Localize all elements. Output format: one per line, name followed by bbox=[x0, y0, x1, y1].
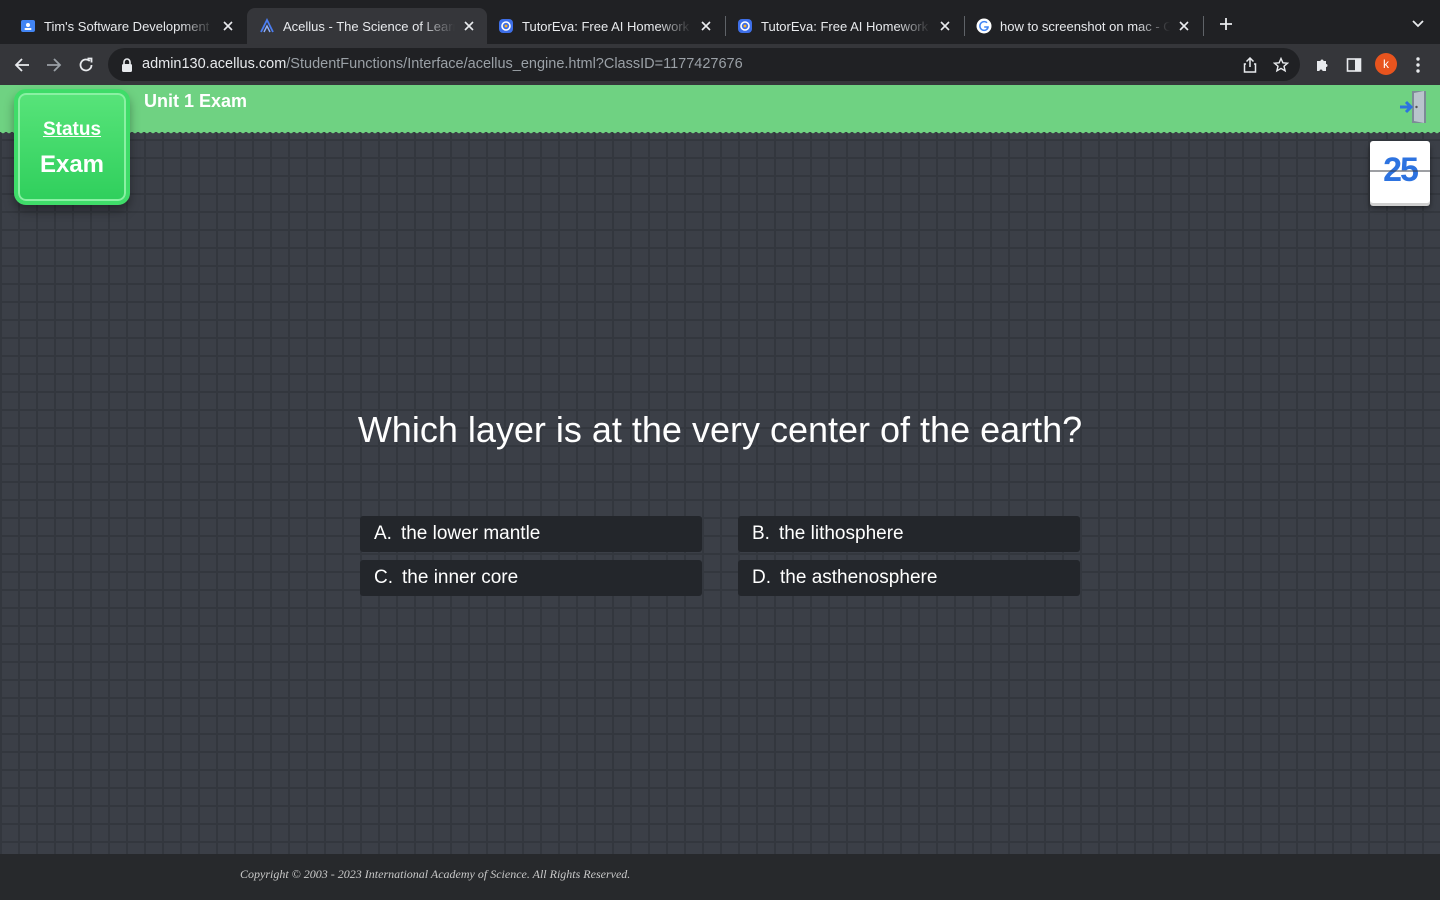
answer-text: the lower mantle bbox=[400, 523, 541, 544]
exam-title: Unit 1 Exam bbox=[144, 91, 248, 111]
tab-title: Acellus - The Science of Learning bbox=[283, 18, 455, 34]
close-icon[interactable] bbox=[461, 18, 477, 34]
exam-header: Unit 1 Exam bbox=[0, 85, 1440, 135]
close-icon[interactable] bbox=[220, 18, 236, 34]
url-text: admin130.acellus.com/StudentFunctions/In… bbox=[142, 56, 743, 72]
tab-title: TutorEva: Free AI Homework Helper bbox=[761, 18, 931, 34]
tab-classroom[interactable]: Tim's Software Development 1 bbox=[8, 8, 246, 44]
answer-a-button[interactable]: A. the lower mantle bbox=[360, 516, 702, 552]
acellus-exam-page: Unit 1 Exam Status Exam 25 Which layer i… bbox=[0, 85, 1440, 854]
reload-icon bbox=[79, 57, 93, 72]
reload-button[interactable] bbox=[72, 51, 100, 79]
mode-label: Exam bbox=[39, 151, 105, 178]
answer-letter: A. bbox=[374, 523, 392, 544]
answer-b-button[interactable]: B. the lithosphere bbox=[738, 516, 1080, 552]
acellus-icon bbox=[259, 18, 275, 34]
tab-tutoreva-2[interactable]: TutorEva: Free AI Homework Helper bbox=[725, 8, 963, 44]
copyright-text: Copyright © 2003 - 2023 International Ac… bbox=[240, 867, 631, 881]
close-icon[interactable] bbox=[698, 18, 714, 34]
extensions-puzzle-icon[interactable] bbox=[1311, 54, 1333, 76]
back-button[interactable] bbox=[8, 51, 36, 79]
question-text: Which layer is at the very center of the… bbox=[357, 409, 1083, 450]
tab-title: how to screenshot on mac - Google Search bbox=[1000, 18, 1170, 34]
arrow-right-icon bbox=[47, 58, 62, 72]
answer-letter: C. bbox=[374, 567, 393, 588]
tab-tutoreva-1[interactable]: TutorEva: Free AI Homework Helper bbox=[486, 8, 724, 44]
question-counter: 25 bbox=[1370, 141, 1430, 203]
url-host: admin130.acellus.com bbox=[142, 56, 287, 72]
tab-title: Tim's Software Development 1 bbox=[44, 18, 214, 34]
answer-text: the lithosphere bbox=[778, 523, 904, 544]
google-classroom-icon bbox=[20, 18, 36, 34]
url-path: /StudentFunctions/Interface/acellus_engi… bbox=[286, 56, 743, 72]
counter-value: 25 bbox=[1383, 151, 1419, 189]
new-tab-button[interactable] bbox=[1214, 12, 1238, 36]
browser-toolbar: admin130.acellus.com/StudentFunctions/In… bbox=[0, 44, 1440, 85]
tab-search-button[interactable] bbox=[1406, 12, 1430, 36]
forward-button[interactable] bbox=[40, 51, 68, 79]
address-bar[interactable]: admin130.acellus.com/StudentFunctions/In… bbox=[108, 48, 1300, 81]
chevron-down-icon bbox=[1412, 20, 1424, 28]
browser-tab-strip: Tim's Software Development 1 Acellus - T… bbox=[0, 0, 1440, 44]
status-link[interactable]: Status bbox=[18, 119, 126, 141]
tutoreva-icon bbox=[737, 18, 753, 34]
profile-avatar[interactable]: k bbox=[1375, 53, 1397, 75]
answer-letter: B. bbox=[752, 523, 770, 544]
answer-c-button[interactable]: C. the inner core bbox=[360, 560, 702, 596]
kebab-menu-icon[interactable] bbox=[1407, 54, 1429, 76]
answer-d-button[interactable]: D. the asthenosphere bbox=[738, 560, 1080, 596]
close-icon[interactable] bbox=[937, 18, 953, 34]
status-card: Status Exam bbox=[14, 89, 130, 205]
arrow-left-icon bbox=[14, 58, 29, 72]
tutoreva-icon bbox=[498, 18, 514, 34]
page-footer: Copyright © 2003 - 2023 International Ac… bbox=[0, 854, 1440, 900]
bookmark-star-icon[interactable] bbox=[1271, 55, 1291, 75]
lock-icon bbox=[122, 58, 132, 72]
google-icon bbox=[976, 18, 992, 34]
close-icon[interactable] bbox=[1176, 18, 1192, 34]
tab-google-search[interactable]: how to screenshot on mac - Google Search bbox=[964, 8, 1202, 44]
answer-text: the asthenosphere bbox=[780, 567, 938, 588]
plus-icon bbox=[1220, 18, 1232, 30]
tab-acellus[interactable]: Acellus - The Science of Learning bbox=[247, 8, 487, 44]
tab-title: TutorEva: Free AI Homework Helper bbox=[522, 18, 692, 34]
share-icon[interactable] bbox=[1240, 55, 1260, 75]
answer-text: the inner core bbox=[402, 567, 519, 588]
side-panel-icon[interactable] bbox=[1343, 54, 1365, 76]
answer-letter: D. bbox=[752, 567, 771, 588]
tab-separator bbox=[1203, 16, 1204, 36]
exit-door-icon[interactable] bbox=[1398, 89, 1430, 125]
